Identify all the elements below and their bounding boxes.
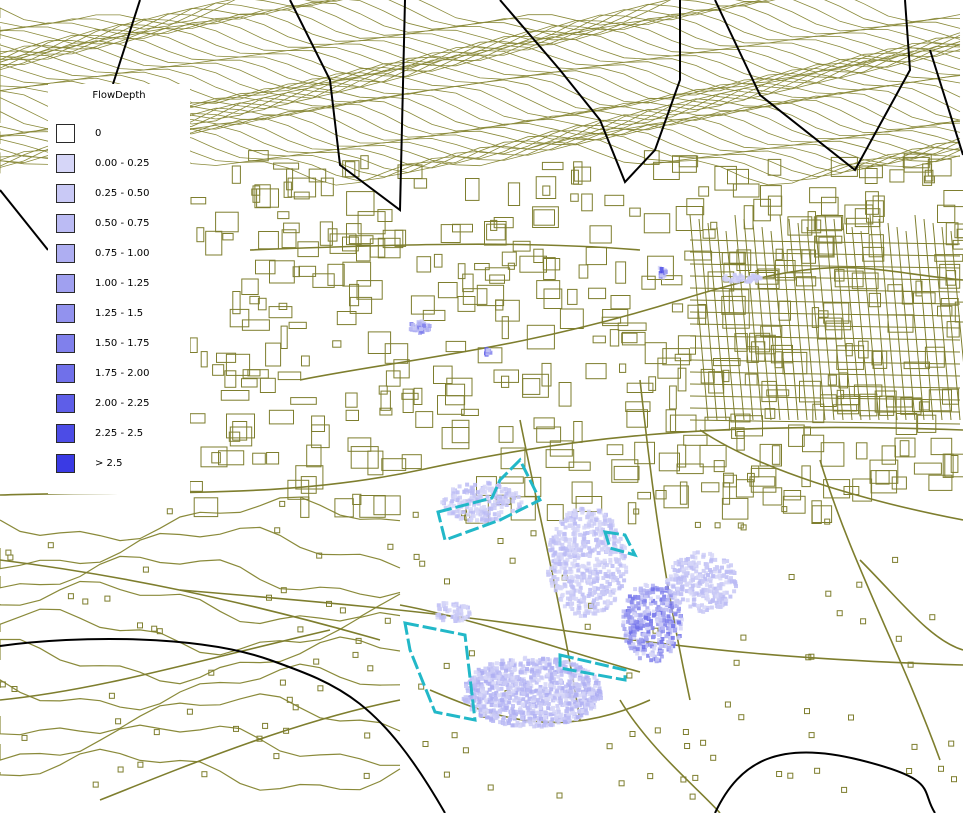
legend-swatch [56,424,75,443]
legend-label: 0.50 - 0.75 [95,218,150,229]
legend-item: 2.00 - 2.25 [56,394,186,416]
legend-swatch [56,364,75,383]
legend-title: FlowDepth [92,90,146,101]
legend-label: 0.25 - 0.50 [95,188,150,199]
legend-swatch [56,244,75,263]
legend-item: 1.25 - 1.5 [56,304,186,326]
legend-swatch [56,454,75,473]
legend-item: > 2.5 [56,454,186,476]
legend-swatch [56,214,75,233]
legend-label: 0.00 - 0.25 [95,158,150,169]
legend-item: 1.00 - 1.25 [56,274,186,296]
legend-item: 1.50 - 1.75 [56,334,186,356]
legend-label: 0.75 - 1.00 [95,248,150,259]
flow-depth-legend: FlowDepth 0 0.00 - 0.25 0.25 - 0.50 0.50 - … [48,84,190,494]
legend-item: 0 [56,124,186,146]
legend-swatch [56,394,75,413]
legend-label: 1.25 - 1.5 [95,308,144,319]
legend-swatch [56,304,75,323]
legend-swatch [56,334,75,353]
legend-swatch [56,124,75,143]
legend-label: 1.50 - 1.75 [95,338,150,349]
legend-swatch [56,274,75,293]
legend-swatch [56,184,75,203]
legend-swatch [56,154,75,173]
legend-item: 2.25 - 2.5 [56,424,186,446]
legend-label: 1.75 - 2.00 [95,368,150,379]
legend-item: 0.25 - 0.50 [56,184,186,206]
legend-label: 1.00 - 1.25 [95,278,150,289]
legend-item: 0.50 - 0.75 [56,214,186,236]
legend-item: 0.75 - 1.00 [56,244,186,266]
legend-label: > 2.5 [95,458,123,469]
legend-item: 0.00 - 0.25 [56,154,186,176]
legend-label: 0 [95,128,102,139]
legend-item: 1.75 - 2.00 [56,364,186,386]
legend-label: 2.25 - 2.5 [95,428,144,439]
legend-label: 2.00 - 2.25 [95,398,150,409]
